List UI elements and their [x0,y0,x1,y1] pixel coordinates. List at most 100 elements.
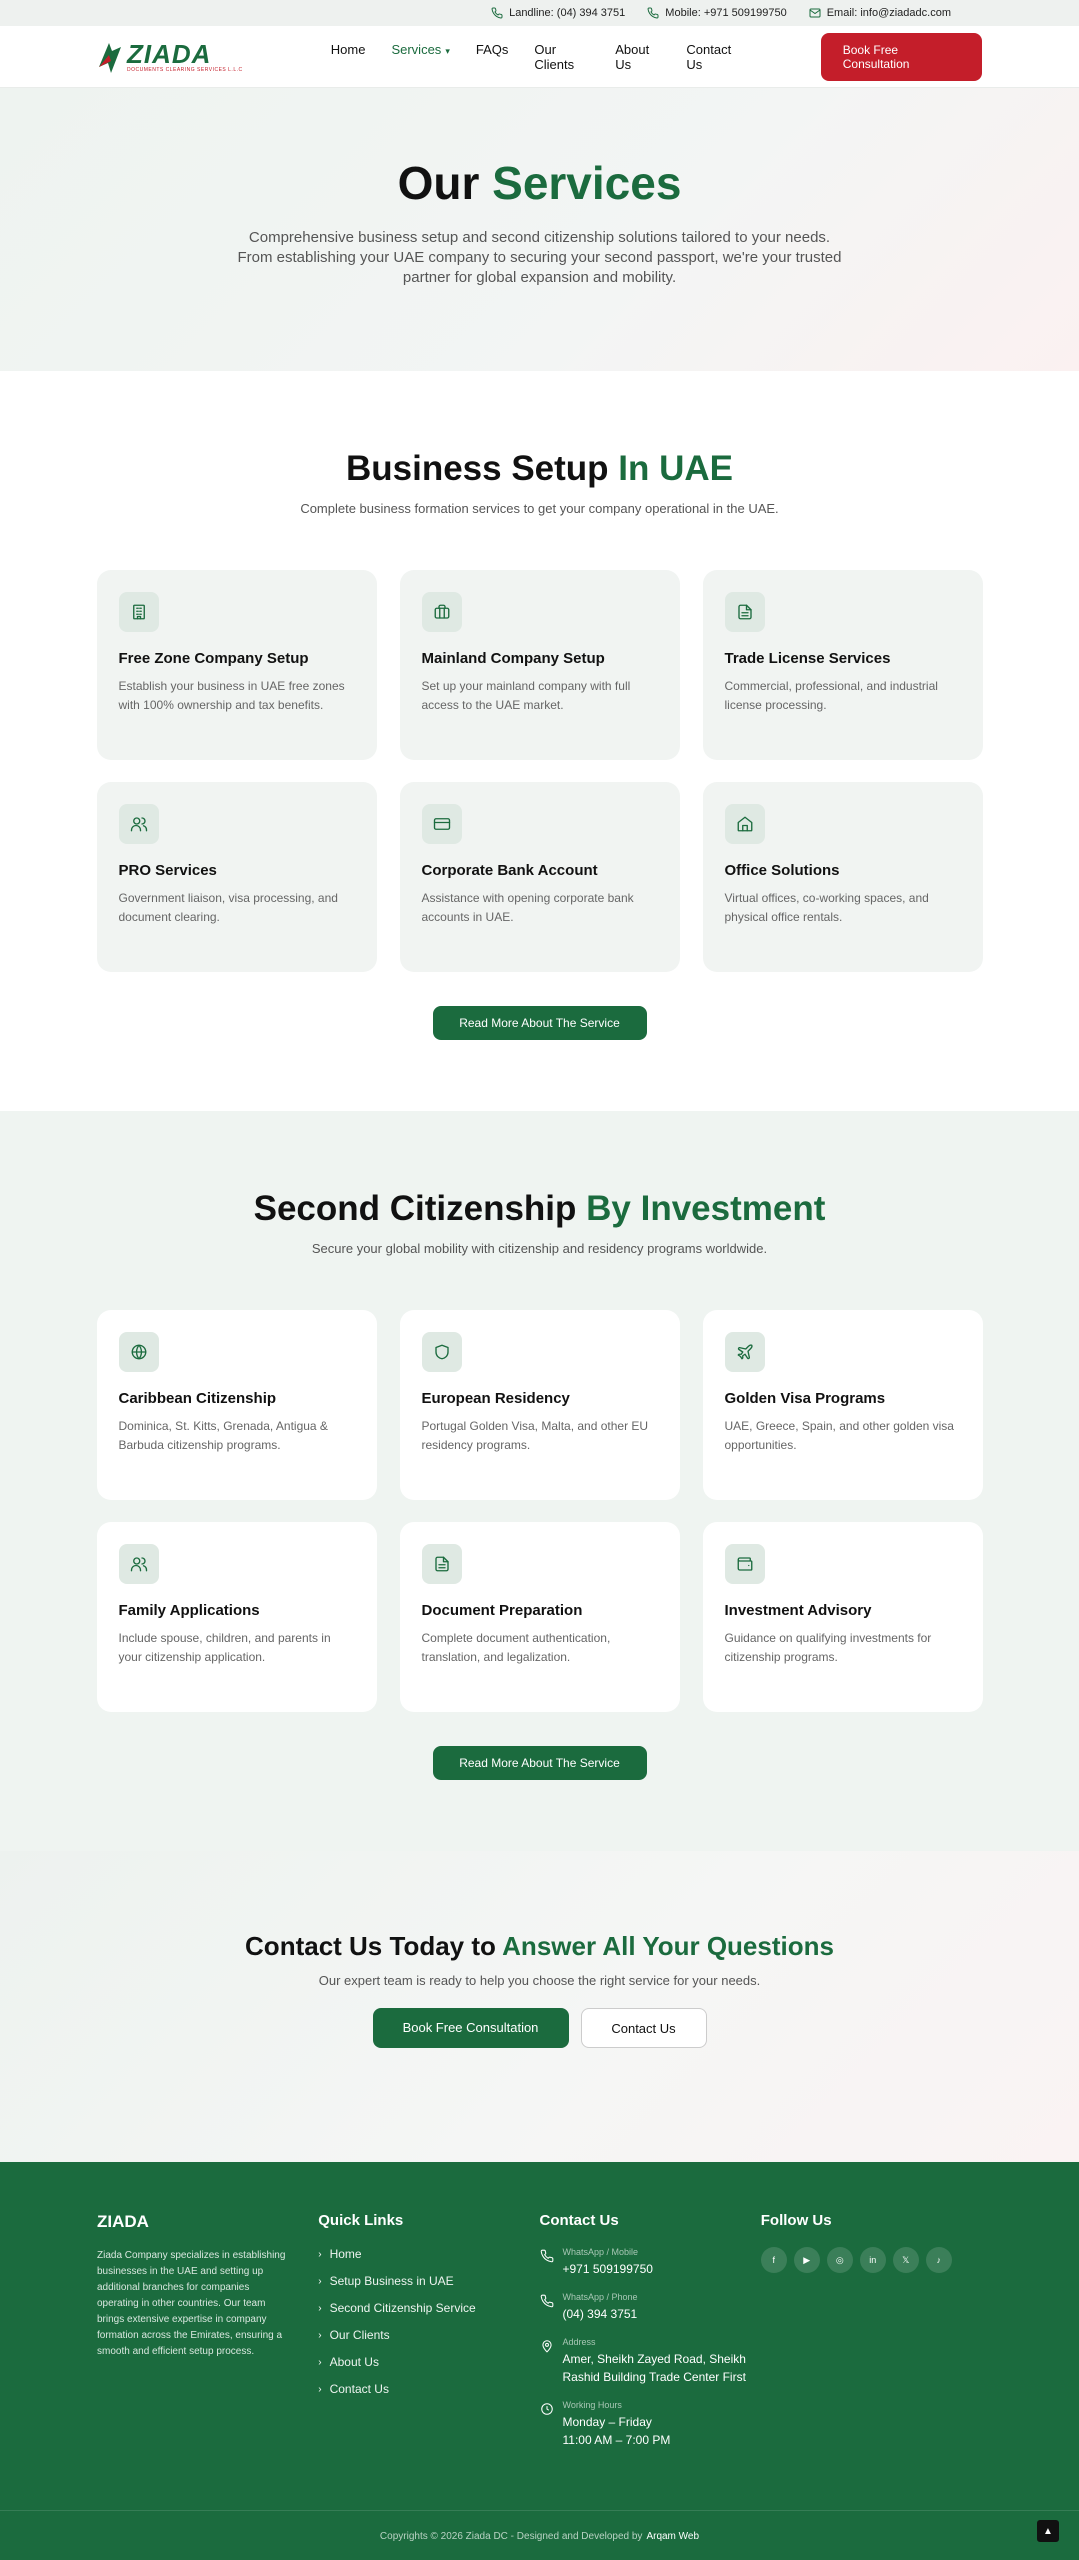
contact-value: (04) 394 3751 [562,2307,638,2321]
read-more-citizenship-button[interactable]: Read More About The Service [432,1746,647,1780]
phone-icon [491,7,503,19]
book-consultation-button[interactable]: Book Free Consultation [820,32,982,81]
service-card-pro[interactable]: PRO Services Government liaison, visa pr… [96,782,377,972]
hero-section: Our Services Comprehensive business setu… [0,88,1079,371]
footer-link-label: Contact Us [329,2382,389,2396]
nav-item-services-label: Services [391,41,442,57]
contact-value-hours: 11:00 AM – 7:00 PM [562,2433,671,2447]
email-text: Email: info@ziadadc.com [826,7,951,19]
service-card-text: Commercial, professional, and industrial… [724,679,938,712]
footer-link-label: Setup Business in UAE [329,2274,454,2288]
cta-book-consultation-button[interactable]: Book Free Consultation [372,2008,569,2048]
service-card-title: European Residency [421,1390,570,1407]
service-card-title: PRO Services [118,862,217,879]
users-icon [118,1544,159,1584]
chevron-right-icon: › [318,2383,322,2395]
service-card-caribbean[interactable]: Caribbean Citizenship Dominica, St. Kitt… [96,1310,377,1500]
footer-link-contact-us[interactable]: › Contact Us [318,2382,539,2396]
wallet-icon [724,1544,765,1584]
service-card-title: Corporate Bank Account [421,862,598,879]
contact-cta-section: Contact Us Today to Answer All Your Ques… [0,1851,1079,2162]
nav-item-about-us[interactable]: About Us [615,42,660,72]
developer-link[interactable]: Arqam Web [646,2531,699,2542]
chevron-right-icon: › [318,2302,322,2314]
contact-value: Monday – Friday [562,2415,652,2429]
nav-item-contact-us[interactable]: Contact Us [686,42,740,72]
linkedin-icon[interactable]: in [859,2247,886,2273]
service-card-text: Set up your mainland company with full a… [421,679,631,712]
logo-subtext: DOCUMENTS CLEARING SERVICES L.L.C [127,66,243,73]
footer-contact: Contact Us WhatsApp / Mobile +971 5091997… [540,2212,761,2463]
service-card-text: Government liaison, visa processing, and… [118,891,338,924]
social-links: f ▶ ◎ in 𝕏 ♪ [760,2247,982,2273]
business-services-grid: Free Zone Company Setup Establish your b… [96,570,983,972]
service-card-european-residency[interactable]: European Residency Portugal Golden Visa,… [399,1310,680,1500]
service-card-office[interactable]: Office Solutions Virtual offices, co-wor… [702,782,983,972]
footer-link-home[interactable]: › Home [318,2247,539,2261]
logo[interactable]: ZIADA DOCUMENTS CLEARING SERVICES L.L.C [97,37,331,77]
cta-text: Our expert team is ready to help you cho… [318,1973,761,1988]
copyright-text: Copyrights © 2026 Ziada DC - Designed an… [379,2531,643,2542]
business-setup-section: Business Setup In UAE Complete business … [0,371,1079,1111]
footer-link-second-citizenship[interactable]: › Second Citizenship Service [318,2301,539,2315]
service-card-text: Include spouse, children, and parents in… [118,1631,331,1664]
nav-menu: Home Services ▾ FAQs Our Clients About Us… [331,42,741,72]
citizenship-section: Second Citizenship By Investment Secure … [0,1111,1079,1851]
mobile-info[interactable]: Mobile: +971 509199750 [647,7,787,19]
service-card-title: Golden Visa Programs [724,1390,886,1407]
footer: ZIADA Ziada Company specializes in estab… [0,2162,1079,2560]
business-title-part-1: Business Setup [345,449,609,488]
landline-info[interactable]: Landline: (04) 394 3751 [491,7,625,19]
footer-brand: ZIADA [97,2212,149,2231]
nav-item-home[interactable]: Home [331,42,366,72]
main-navigation: ZIADA DOCUMENTS CLEARING SERVICES L.L.C … [0,26,1079,88]
chevron-down-icon: ▾ [445,45,450,56]
footer-link-about-us[interactable]: › About Us [318,2355,539,2369]
nav-item-services[interactable]: Services ▾ [391,42,449,72]
business-section-title: Business Setup In UAE [0,449,1079,489]
instagram-icon[interactable]: ◎ [826,2247,853,2273]
chevron-right-icon: › [318,2329,322,2341]
top-contact-bar: Landline: (04) 394 3751 Mobile: +971 509… [0,0,1079,26]
plane-icon [724,1332,765,1372]
facebook-icon[interactable]: f [760,2247,787,2273]
follow-us-title: Follow Us [760,2212,832,2229]
cta-title-part-2: Answer All Your Questions [502,1931,834,1961]
service-card-golden-visa[interactable]: Golden Visa Programs UAE, Greece, Spain,… [702,1310,983,1500]
footer-about: ZIADA Ziada Company specializes in estab… [97,2212,318,2463]
twitter-icon[interactable]: 𝕏 [892,2247,919,2273]
service-card-document-preparation[interactable]: Document Preparation Complete document a… [399,1522,680,1712]
scroll-to-top-button[interactable]: ▲ [1037,2520,1059,2542]
citizenship-services-grid: Caribbean Citizenship Dominica, St. Kitt… [96,1310,983,1712]
phone-icon [540,2249,553,2263]
chevron-up-icon: ▲ [1043,2525,1053,2537]
service-card-free-zone[interactable]: Free Zone Company Setup Establish your b… [96,570,377,760]
nav-item-our-clients[interactable]: Our Clients [534,42,589,72]
footer-follow: Follow Us f ▶ ◎ in 𝕏 ♪ [760,2212,982,2463]
service-card-title: Mainland Company Setup [421,650,605,667]
cta-contact-us-button[interactable]: Contact Us [580,2008,707,2048]
page-title-part-1: Our [397,157,480,209]
youtube-icon[interactable]: ▶ [793,2247,820,2273]
service-card-bank-account[interactable]: Corporate Bank Account Assistance with o… [399,782,680,972]
service-card-title: Caribbean Citizenship [118,1390,277,1407]
logo-text: ZIADA [127,38,212,69]
citizenship-title-part-2: By Investment [586,1189,826,1228]
footer-link-label: About Us [329,2355,379,2369]
service-card-trade-license[interactable]: Trade License Services Commercial, profe… [702,570,983,760]
email-info[interactable]: Email: info@ziadadc.com [809,7,951,19]
service-card-mainland[interactable]: Mainland Company Setup Set up your mainl… [399,570,680,760]
contact-whatsapp-mobile[interactable]: WhatsApp / Mobile +971 509199750 [540,2247,761,2278]
tiktok-icon[interactable]: ♪ [925,2247,952,2273]
footer-link-setup-business[interactable]: › Setup Business in UAE [318,2274,539,2288]
read-more-business-button[interactable]: Read More About The Service [432,1006,647,1040]
mail-icon [809,8,821,18]
nav-item-faqs[interactable]: FAQs [476,42,509,72]
contact-whatsapp-phone[interactable]: WhatsApp / Phone (04) 394 3751 [540,2292,761,2323]
contact-label: WhatsApp / Phone [562,2292,638,2302]
footer-link-our-clients[interactable]: › Our Clients [318,2328,539,2342]
building-icon [118,592,159,632]
page-title: Our Services [0,156,1079,210]
service-card-investment-advisory[interactable]: Investment Advisory Guidance on qualifyi… [702,1522,983,1712]
service-card-family-applications[interactable]: Family Applications Include spouse, chil… [96,1522,377,1712]
